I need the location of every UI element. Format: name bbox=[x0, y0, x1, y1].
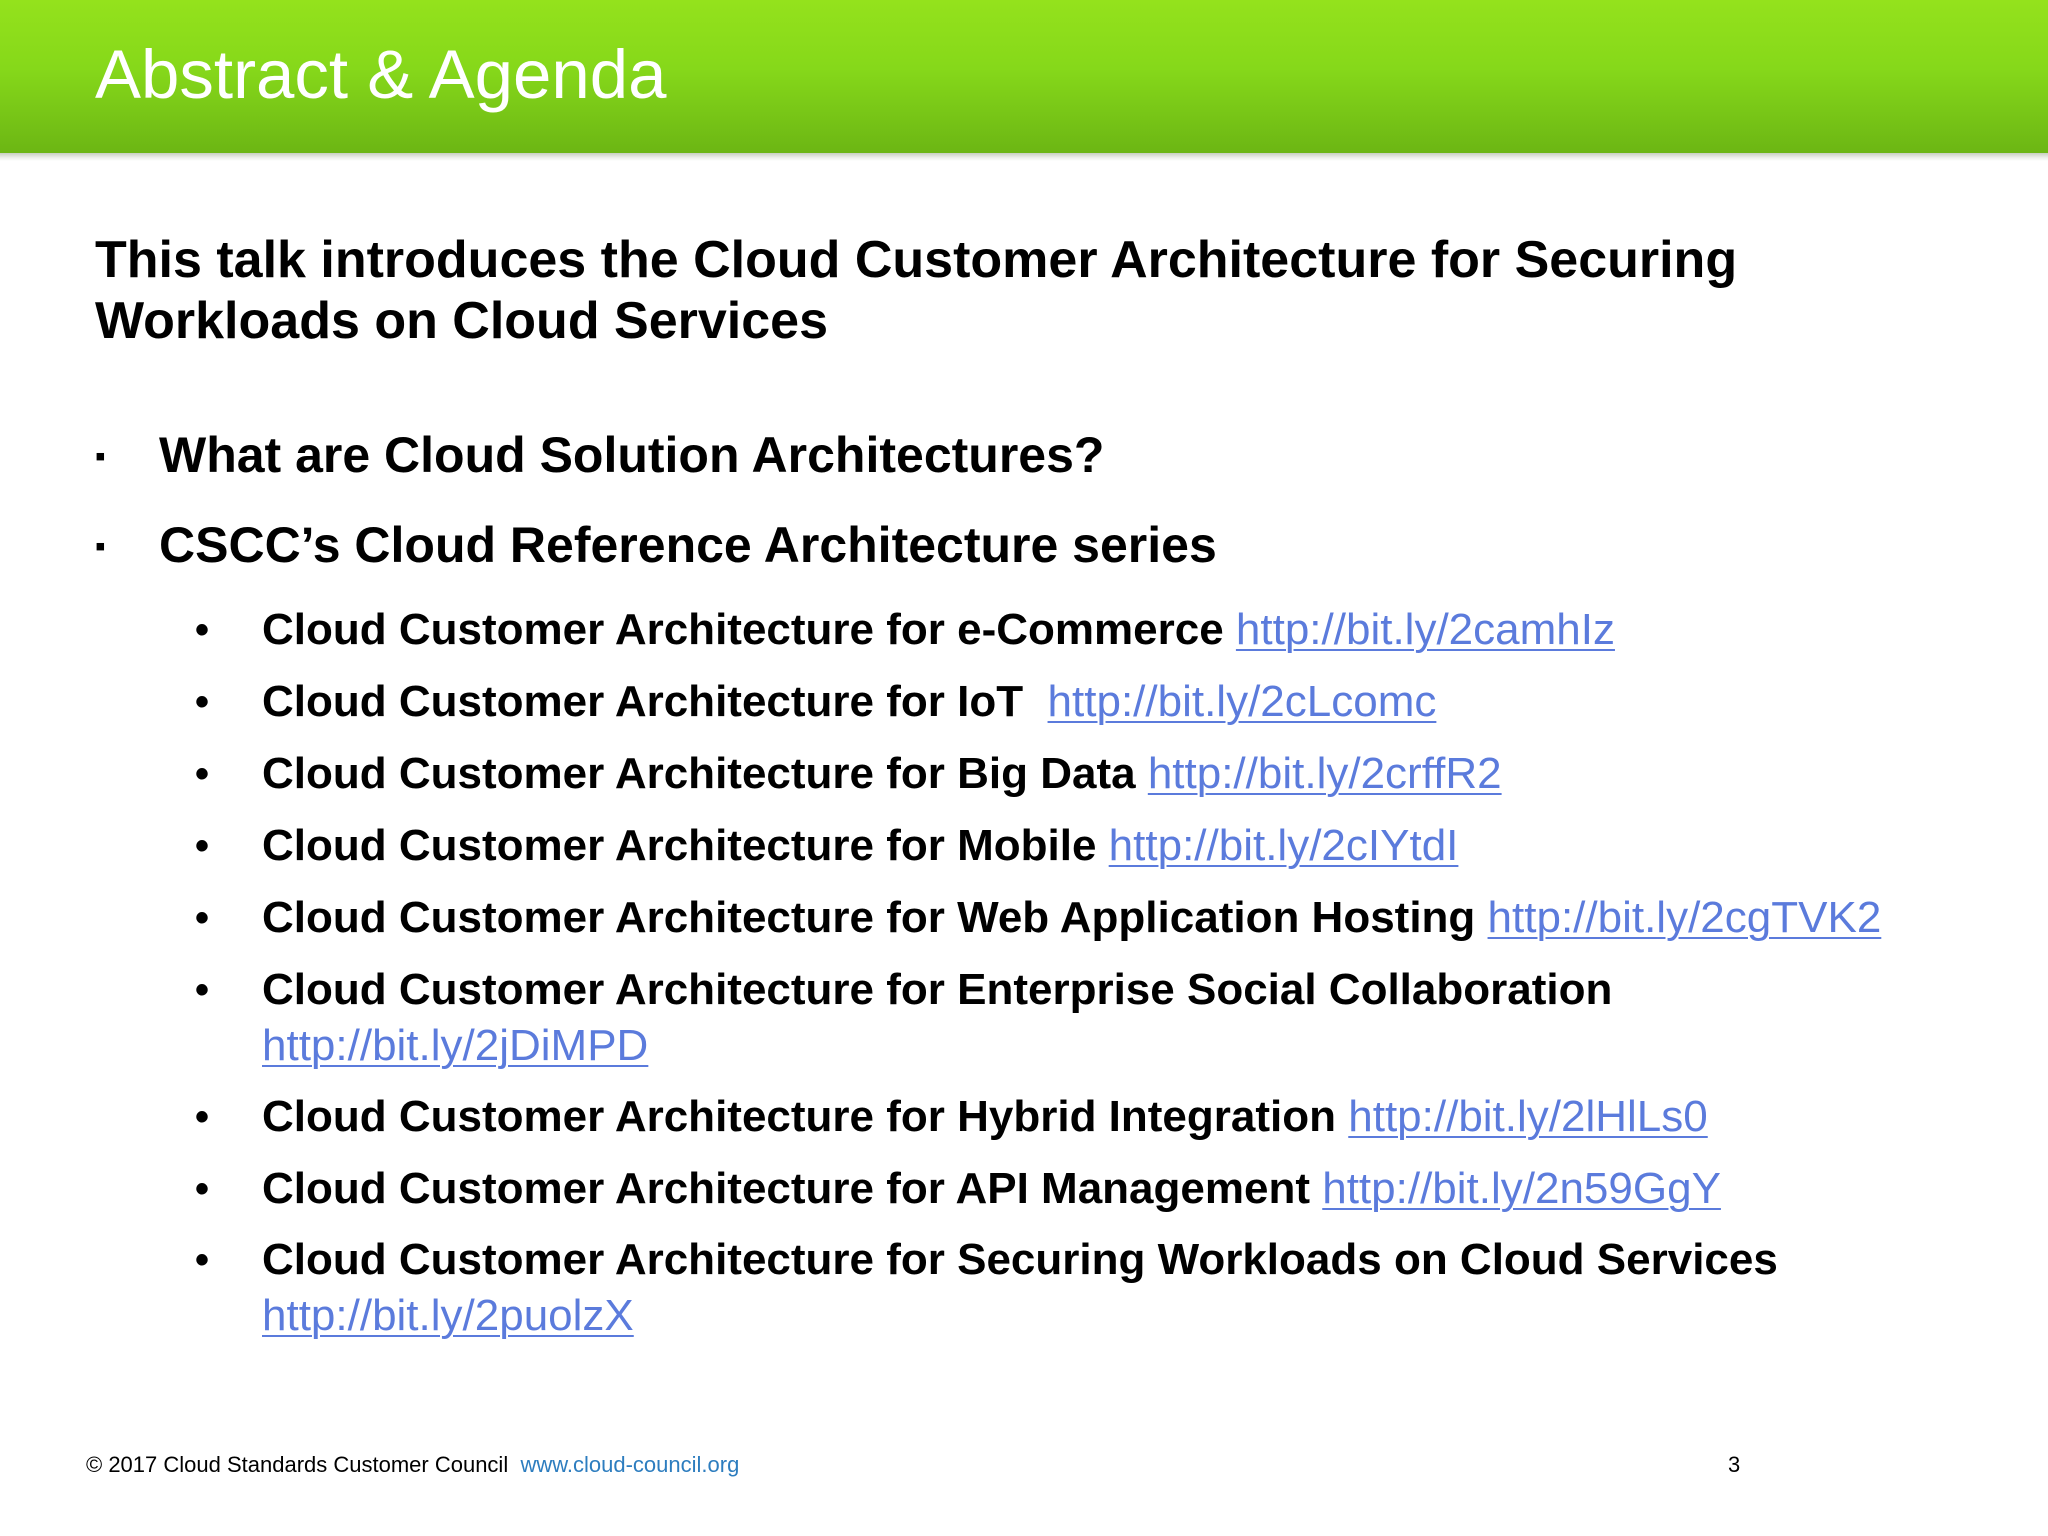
sub-bullet-text: Cloud Customer Architecture for Mobile bbox=[262, 821, 1097, 870]
sub-bullet-text: Cloud Customer Architecture for e-Commer… bbox=[262, 605, 1224, 654]
title-bar-shadow bbox=[0, 153, 2048, 161]
bullet-text: CSCC’s Cloud Reference Architecture seri… bbox=[159, 517, 1217, 573]
sub-bullet-text: Cloud Customer Architecture for Hybrid I… bbox=[262, 1092, 1337, 1141]
sub-bullet-item: • Cloud Customer Architecture for IoT ht… bbox=[195, 674, 1995, 730]
sub-bullet-text: Cloud Customer Architecture for IoT bbox=[262, 677, 1024, 726]
sub-bullet-item: • Cloud Customer Architecture for Hybrid… bbox=[195, 1089, 1995, 1145]
sub-bullet-text: Cloud Customer Architecture for Securing… bbox=[262, 1235, 1778, 1284]
sub-bullet-text: Cloud Customer Architecture for Enterpri… bbox=[262, 965, 1613, 1014]
sub-bullet-text: Cloud Customer Architecture for Web Appl… bbox=[262, 893, 1476, 942]
reference-link[interactable]: http://bit.ly/2cgTVK2 bbox=[1488, 893, 1882, 942]
dot-bullet-icon: • bbox=[195, 680, 210, 724]
reference-link[interactable]: http://bit.ly/2lHlLs0 bbox=[1348, 1092, 1708, 1141]
sub-bullet-item: • Cloud Customer Architecture for Mobile… bbox=[195, 818, 1995, 874]
sub-bullet-item: • Cloud Customer Architecture for Big Da… bbox=[195, 746, 1995, 802]
intro-text: This talk introduces the Cloud Customer … bbox=[95, 231, 1738, 350]
sub-bullet-item: • Cloud Customer Architecture for Web Ap… bbox=[195, 890, 1995, 946]
copyright-text: © 2017 Cloud Standards Customer Council bbox=[86, 1452, 509, 1477]
reference-link[interactable]: http://bit.ly/2camhIz bbox=[1236, 605, 1615, 654]
reference-link[interactable]: http://bit.ly/2puolzX bbox=[262, 1291, 634, 1340]
reference-link[interactable]: http://bit.ly/2cLcomc bbox=[1048, 677, 1437, 726]
page-number: 3 bbox=[1728, 1452, 1741, 1477]
dot-bullet-icon: • bbox=[195, 896, 210, 940]
sub-bullet-item: • Cloud Customer Architecture for API Ma… bbox=[195, 1161, 1995, 1217]
dot-bullet-icon: • bbox=[195, 752, 210, 796]
bullet-text: What are Cloud Solution Architectures? bbox=[159, 427, 1105, 483]
reference-link[interactable]: http://bit.ly/2n59GgY bbox=[1322, 1164, 1721, 1213]
sub-bullet-item: • Cloud Customer Architecture for Enterp… bbox=[195, 962, 1995, 1074]
reference-link[interactable]: http://bit.ly/2cIYtdI bbox=[1109, 821, 1459, 870]
square-bullet-icon: ▪ bbox=[95, 530, 106, 563]
dot-bullet-icon: • bbox=[195, 1238, 210, 1282]
dot-bullet-icon: • bbox=[195, 1167, 210, 1211]
dot-bullet-icon: • bbox=[195, 824, 210, 868]
footer-copyright: © 2017 Cloud Standards Customer Council … bbox=[86, 1452, 739, 1478]
dot-bullet-icon: • bbox=[195, 1095, 210, 1139]
sub-bullet-item: • Cloud Customer Architecture for e-Comm… bbox=[195, 602, 1995, 658]
bullet-item: ▪ CSCC’s Cloud Reference Architecture ser… bbox=[95, 515, 1217, 577]
slide-title: Abstract & Agenda bbox=[95, 36, 667, 113]
dot-bullet-icon: • bbox=[195, 608, 210, 652]
reference-link[interactable]: http://bit.ly/2jDiMPD bbox=[262, 1021, 648, 1070]
dot-bullet-icon: • bbox=[195, 968, 210, 1012]
reference-link[interactable]: http://bit.ly/2crffR2 bbox=[1148, 749, 1502, 798]
sub-bullet-text: Cloud Customer Architecture for API Mana… bbox=[262, 1164, 1310, 1213]
sub-bullet-item: • Cloud Customer Architecture for Securi… bbox=[195, 1232, 1995, 1344]
bullet-item: ▪ What are Cloud Solution Architectures? bbox=[95, 425, 1104, 487]
sub-bullet-text: Cloud Customer Architecture for Big Data bbox=[262, 749, 1136, 798]
square-bullet-icon: ▪ bbox=[95, 440, 106, 473]
website-link[interactable]: www.cloud-council.org bbox=[520, 1452, 739, 1477]
